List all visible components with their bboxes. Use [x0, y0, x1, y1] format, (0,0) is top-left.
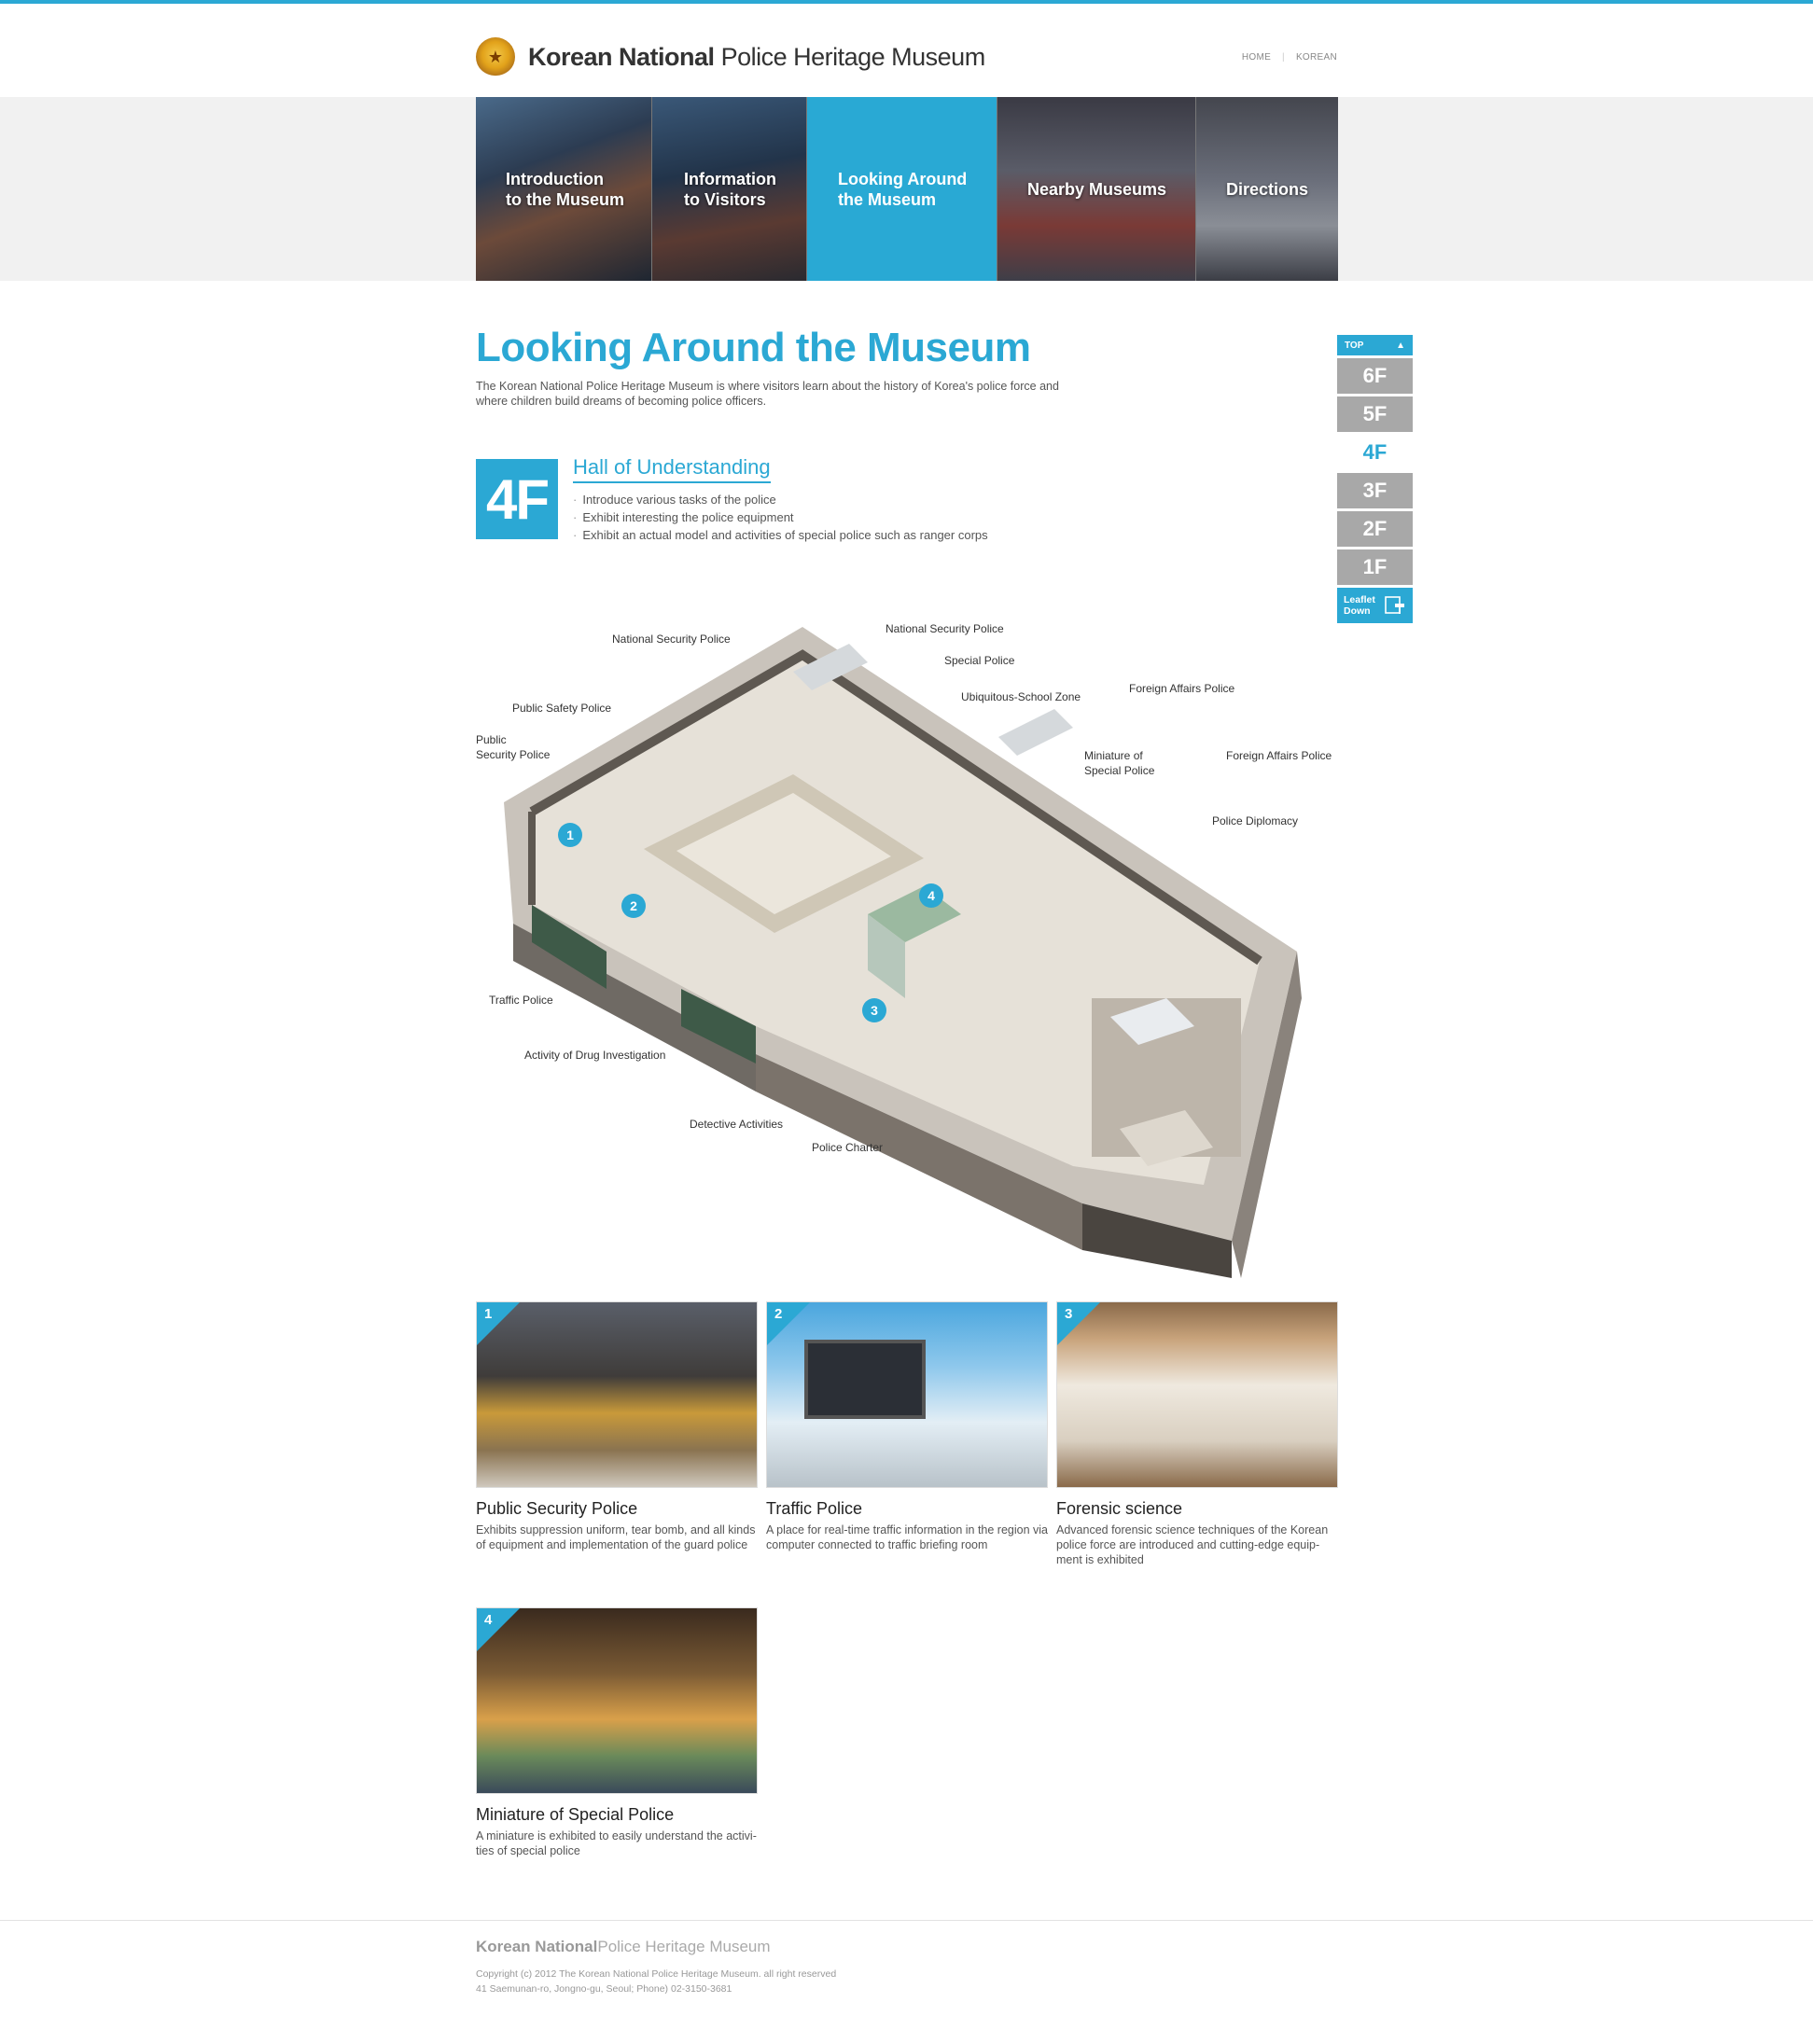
- exhibit-photo: 3: [1056, 1301, 1338, 1488]
- map-label: Foreign Affairs Police: [1226, 749, 1332, 762]
- map-label: National Security Police: [612, 633, 731, 646]
- footer-info: Copyright (c) 2012 The Korean National P…: [476, 1967, 836, 1996]
- footer-logo-rest: Police Heritage Museum: [597, 1938, 771, 1955]
- exhibit-card-1[interactable]: 1 Public Security Police Exhibits suppre…: [476, 1301, 758, 1552]
- main-nav: Introduction to the Museum Information t…: [476, 97, 1338, 281]
- leaflet-label: Leaflet Down: [1344, 594, 1375, 617]
- number-tab: [477, 1302, 520, 1345]
- exhibit-description: A miniature is exhibited to easily under…: [476, 1829, 757, 1857]
- map-label: Police Diplomacy: [1212, 814, 1299, 827]
- screen-graphic: [804, 1340, 926, 1419]
- exhibit-description: A place for real-time traffic informatio…: [766, 1523, 1048, 1551]
- download-icon: [1385, 596, 1404, 614]
- map-label: Special Police: [944, 654, 1015, 667]
- footer-logo: Korean NationalPolice Heritage Museum: [476, 1938, 771, 1956]
- hall-title[interactable]: Hall of Understanding: [573, 455, 771, 483]
- map-marker-2[interactable]: 2: [621, 894, 646, 918]
- map-marker-1[interactable]: 1: [558, 823, 582, 847]
- map-label: Miniature of Special Police: [1084, 749, 1155, 777]
- nav-item-looking-around[interactable]: Looking Around the Museum: [807, 97, 997, 281]
- exhibit-number: 2: [774, 1306, 783, 1322]
- arrow-up-icon: ▲: [1396, 340, 1405, 351]
- exhibit-photo: 1: [476, 1301, 758, 1488]
- hall-points: Introduce various tasks of the police Ex…: [573, 491, 988, 544]
- footer-logo-bold: Korean National: [476, 1938, 598, 1955]
- nav-item-introduction[interactable]: Introduction to the Museum: [476, 97, 652, 281]
- exhibit-card-2[interactable]: 2 Traffic Police A place for real-time t…: [766, 1301, 1048, 1552]
- number-tab: [767, 1302, 810, 1345]
- map-label: National Security Police: [886, 622, 1004, 635]
- footer-address: 41 Saemunan-ro, Jongno-gu, Seoul; Phone)…: [476, 1983, 732, 1995]
- page-intro: The Korean National Police Heritage Muse…: [476, 380, 1059, 408]
- police-emblem-icon: ★: [476, 37, 515, 76]
- floor-1f[interactable]: 1F: [1337, 549, 1413, 585]
- korean-link[interactable]: KOREAN: [1296, 52, 1337, 63]
- floor-map: National Security Police National Securi…: [476, 606, 1338, 1278]
- exhibit-card-4[interactable]: 4 Miniature of Special Police A miniatur…: [476, 1607, 758, 1858]
- map-label: Public Safety Police: [512, 702, 612, 715]
- nav-label: Directions: [1226, 179, 1309, 199]
- hall-point: Exhibit interesting the police equipment: [573, 508, 988, 526]
- floor-top-button[interactable]: TOP ▲: [1337, 335, 1413, 355]
- map-label: Traffic Police: [489, 994, 553, 1007]
- logo-text: Korean National Police Heritage Museum: [528, 43, 985, 72]
- hall-point: Introduce various tasks of the police: [573, 491, 988, 508]
- exhibit-card-3[interactable]: 3 Forensic science Advanced forensic sci…: [1056, 1301, 1338, 1567]
- exhibit-number: 3: [1065, 1306, 1073, 1322]
- footer-copyright: Copyright (c) 2012 The Korean National P…: [476, 1968, 837, 1980]
- logo-bold: Korean National: [528, 42, 715, 71]
- map-label: Foreign Affairs Police: [1129, 682, 1235, 695]
- map-label: Public Security Police: [476, 733, 551, 761]
- map-label: Detective Activities: [690, 1118, 784, 1131]
- map-label: Ubiquitous-School Zone: [961, 690, 1081, 703]
- exhibit-description: Exhibits suppression uniform, tear bomb,…: [476, 1523, 756, 1551]
- exhibit-title: Forensic science: [1056, 1499, 1183, 1518]
- page-title: Looking Around the Museum: [476, 325, 1031, 370]
- site-logo[interactable]: ★ Korean National Police Heritage Museum: [476, 34, 985, 80]
- floor-3f[interactable]: 3F: [1337, 473, 1413, 508]
- map-label: Activity of Drug Investigation: [524, 1049, 666, 1062]
- number-tab: [477, 1608, 520, 1651]
- nav-item-nearby-museums[interactable]: Nearby Museums: [997, 97, 1196, 281]
- top-accent-bar: [0, 0, 1813, 4]
- floor-navigator: TOP ▲ 6F 5F 4F 3F 2F 1F Leaflet Down: [1337, 335, 1413, 623]
- exhibit-description: Advanced forensic science techniques of …: [1056, 1523, 1329, 1566]
- nav-label: Nearby Museums: [1027, 179, 1167, 199]
- nav-item-information[interactable]: Information to Visitors: [652, 97, 807, 281]
- exhibit-title: Public Security Police: [476, 1499, 638, 1518]
- exhibit-number: 1: [484, 1306, 493, 1322]
- map-marker-3[interactable]: 3: [862, 998, 886, 1022]
- nav-label: Information to Visitors: [684, 169, 776, 209]
- map-label: Police Charter: [812, 1141, 884, 1154]
- exhibit-number: 4: [484, 1612, 493, 1628]
- floor-5f[interactable]: 5F: [1337, 396, 1413, 432]
- footer-divider: [0, 1920, 1813, 1921]
- home-link[interactable]: HOME: [1242, 52, 1271, 63]
- floor-4f[interactable]: 4F: [1337, 435, 1413, 470]
- exhibit-title: Miniature of Special Police: [476, 1805, 675, 1824]
- nav-item-directions[interactable]: Directions: [1196, 97, 1338, 281]
- floor-2f[interactable]: 2F: [1337, 511, 1413, 547]
- logo-rest: Police Heritage Museum: [720, 42, 986, 71]
- top-label: TOP: [1345, 340, 1364, 351]
- exhibit-title: Traffic Police: [766, 1499, 863, 1518]
- number-tab: [1057, 1302, 1100, 1345]
- floor-badge: 4F: [476, 459, 558, 539]
- nav-label: Looking Around the Museum: [838, 169, 968, 209]
- nav-label: Introduction to the Museum: [506, 169, 625, 209]
- hall-point: Exhibit an actual model and activities o…: [573, 526, 987, 544]
- utility-links: HOME | KOREAN: [1242, 52, 1337, 63]
- leaflet-download-button[interactable]: Leaflet Down: [1337, 588, 1413, 623]
- util-separator: |: [1282, 52, 1285, 63]
- exhibit-photo: 4: [476, 1607, 758, 1794]
- floor-6f[interactable]: 6F: [1337, 358, 1413, 394]
- exhibit-photo: 2: [766, 1301, 1048, 1488]
- map-marker-4[interactable]: 4: [919, 883, 943, 908]
